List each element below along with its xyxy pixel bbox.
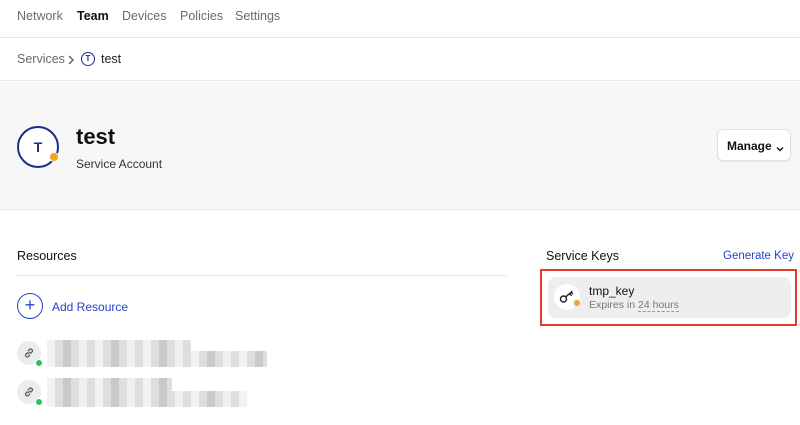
account-type-label: Service Account: [76, 157, 163, 171]
expiry-prefix: Expires in: [589, 299, 639, 311]
status-dot-pending: [573, 299, 581, 307]
status-dot-online: [35, 359, 43, 367]
resource-item[interactable]: [17, 338, 277, 374]
resources-divider: [17, 275, 507, 276]
redacted-resource-name: [47, 378, 172, 391]
breadcrumb: Services T test: [0, 38, 800, 81]
status-dot-pending: [49, 152, 59, 162]
generate-key-link[interactable]: Generate Key: [723, 250, 794, 262]
manage-button[interactable]: Manage: [717, 129, 791, 161]
service-badge-icon: T: [81, 52, 95, 66]
nav-network[interactable]: Network: [17, 9, 63, 23]
account-header: T test Service Account Manage: [0, 82, 800, 210]
chevron-right-icon: [66, 53, 76, 65]
nav-devices[interactable]: Devices: [122, 9, 166, 23]
expiry-value: 24 hours: [638, 299, 679, 312]
service-keys-heading: Service Keys: [546, 249, 619, 263]
service-key-item[interactable]: tmp_key Expires in 24 hours: [548, 277, 791, 318]
add-resource-label: Add Resource: [52, 300, 129, 314]
redacted-resource-address: [47, 391, 247, 407]
service-key-name: tmp_key: [589, 284, 635, 298]
manage-button-label: Manage: [727, 139, 772, 153]
plus-icon: +: [17, 293, 43, 319]
resource-item[interactable]: [17, 377, 277, 413]
nav-team[interactable]: Team: [77, 9, 109, 23]
redacted-resource-address: [47, 351, 267, 367]
chevron-down-icon: [775, 141, 785, 152]
resources-heading: Resources: [17, 249, 77, 263]
status-dot-online: [35, 398, 43, 406]
add-resource-button[interactable]: + Add Resource: [17, 293, 217, 321]
breadcrumb-services-link[interactable]: Services: [17, 52, 65, 66]
redacted-resource-name: [47, 340, 191, 351]
top-nav: Network Team Devices Policies Settings: [0, 0, 800, 38]
breadcrumb-current: test: [101, 52, 122, 66]
nav-settings[interactable]: Settings: [235, 9, 280, 23]
nav-policies[interactable]: Policies: [180, 9, 223, 23]
service-key-expiry: Expires in 24 hours: [589, 299, 679, 312]
page-title: test: [76, 124, 116, 149]
